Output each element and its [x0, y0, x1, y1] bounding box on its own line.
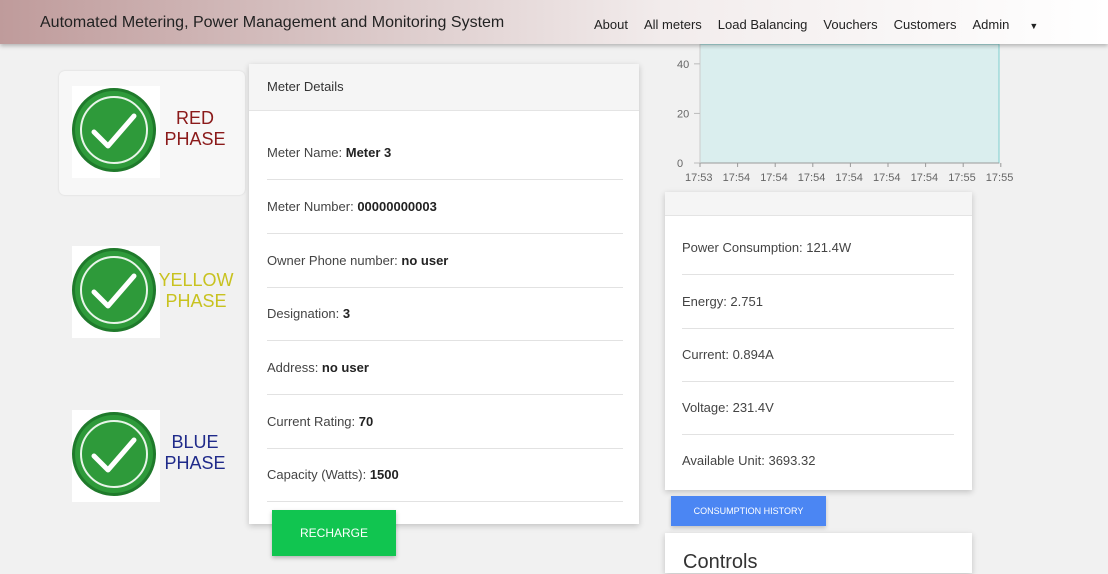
x-tick-label: 17:53 — [685, 172, 713, 184]
nav-admin-dropdown[interactable]: Admin ▼ — [972, 17, 1054, 32]
nav-links: About All meters Load Balancing Vouchers… — [594, 17, 1070, 32]
meter-details-header: Meter Details — [249, 64, 639, 111]
live-readings-card: Power Consumption: 121.4W Energy: 2.751 … — [665, 192, 972, 490]
x-tick-label: 17:54 — [835, 172, 863, 184]
top-navbar: Automated Metering, Power Management and… — [0, 0, 1108, 44]
blue-phase-check-icon — [72, 410, 160, 502]
recharge-button[interactable]: RECHARGE — [272, 510, 396, 556]
y-tick-label: 40 — [677, 59, 689, 71]
yellow-phase-check-icon — [72, 246, 160, 338]
x-tick-label: 17:55 — [986, 172, 1014, 184]
meter-name-row: Meter Name: Meter 3 — [267, 126, 623, 180]
capacity-value: 1500 — [369, 467, 399, 482]
meter-number-value: 00000000003 — [357, 199, 437, 214]
caret-down-icon: ▼ — [1029, 21, 1039, 31]
consumption-chart: 0 20 40 17:53 17:54 17:54 17:54 17:54 17:54 17:5… — [677, 44, 1014, 184]
owner-phone-row: Owner Phone number: no user — [267, 234, 623, 288]
y-tick-label: 20 — [677, 108, 689, 120]
x-tick-label: 17:55 — [948, 172, 976, 184]
nav-admin-label: Admin — [972, 17, 1010, 32]
x-tick-label: 17:54 — [798, 172, 826, 184]
y-tick-label: 0 — [677, 158, 683, 170]
energy-row: Energy: 2.751 — [682, 275, 954, 329]
blue-phase-line2: PHASE — [164, 453, 226, 473]
meter-number-row: Meter Number: 00000000003 — [267, 180, 623, 234]
address-value: no user — [321, 360, 369, 375]
x-tick-label: 17:54 — [723, 172, 751, 184]
x-tick-label: 17:54 — [873, 172, 901, 184]
designation-row: Designation: 3 — [267, 287, 623, 341]
nav-about[interactable]: About — [594, 17, 628, 32]
red-phase-line1: RED — [175, 108, 214, 128]
meter-details-card: Meter Details Meter Name: Meter 3 Meter … — [249, 64, 639, 524]
current-row: Current: 0.894A — [682, 328, 954, 382]
address-row: Address: no user — [267, 341, 623, 395]
nav-customers[interactable]: Customers — [894, 17, 957, 32]
consumption-history-button[interactable]: CONSUMPTION HISTORY — [671, 496, 826, 526]
voltage-row: Voltage: 231.4V — [682, 381, 954, 435]
readings-header — [665, 192, 972, 216]
controls-card: Controls — [665, 533, 972, 573]
current-rating-value: 70 — [358, 414, 374, 429]
red-phase-check-icon — [72, 86, 160, 178]
current-rating-row: Current Rating: 70 — [267, 395, 623, 449]
yellow-phase-line1: YELLOW — [158, 270, 234, 290]
yellow-phase-label: YELLOW PHASE — [158, 270, 234, 312]
app-title: Automated Metering, Power Management and… — [40, 14, 505, 31]
power-consumption-row: Power Consumption: 121.4W — [682, 221, 954, 275]
x-tick-label: 17:54 — [760, 172, 788, 184]
x-tick-label: 17:54 — [911, 172, 939, 184]
designation-value: 3 — [342, 306, 351, 321]
blue-phase-line1: BLUE — [171, 432, 219, 452]
yellow-phase-line2: PHASE — [165, 291, 227, 311]
nav-vouchers[interactable]: Vouchers — [823, 17, 877, 32]
available-unit-row: Available Unit: 3693.32 — [682, 453, 816, 468]
nav-load-balancing[interactable]: Load Balancing — [718, 17, 808, 32]
red-phase-label: RED PHASE — [162, 108, 228, 150]
meter-name-value: Meter 3 — [345, 145, 392, 160]
nav-all-meters[interactable]: All meters — [644, 17, 702, 32]
red-phase-line2: PHASE — [164, 129, 226, 149]
chart-area-fill — [699, 44, 1000, 164]
blue-phase-label: BLUE PHASE — [162, 432, 228, 474]
owner-phone-value: no user — [401, 253, 449, 268]
capacity-row: Capacity (Watts): 1500 — [267, 448, 623, 502]
